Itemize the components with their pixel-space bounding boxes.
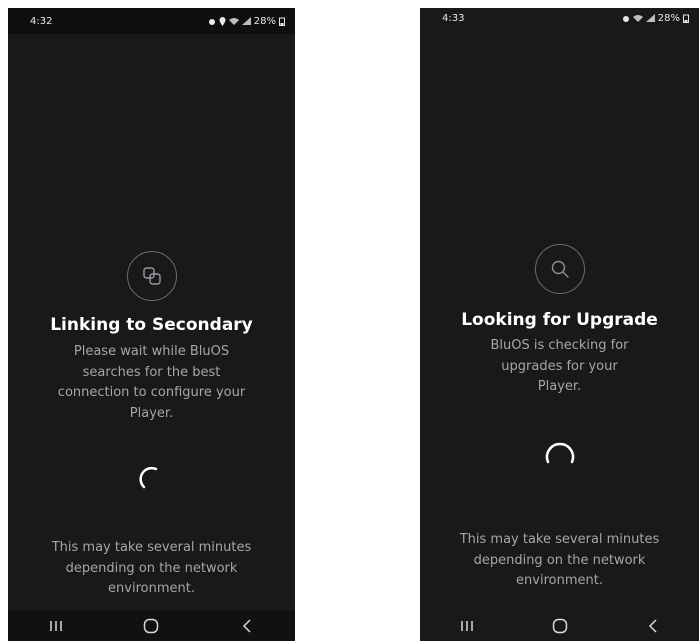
loading-spinner — [545, 442, 574, 464]
home-icon[interactable] — [131, 611, 171, 641]
wifi-icon — [632, 15, 643, 22]
battery-percent: 28% — [657, 12, 680, 24]
nav-bar — [420, 611, 699, 641]
location-icon — [219, 16, 226, 26]
alarm-icon — [622, 15, 629, 22]
page-title: Linking to Secondary — [50, 315, 253, 335]
search-icon — [534, 244, 585, 294]
footer-note: This may take several minutes depending … — [51, 540, 252, 596]
signal-icon — [241, 17, 251, 25]
description-text: Please wait while BluOS searches for the… — [57, 344, 246, 421]
status-time: 4:33 — [442, 12, 465, 24]
status-bar: 4:32 28% — [8, 8, 295, 34]
link-squares-icon — [126, 251, 177, 301]
description-text: BluOS is checking for upgrades for your … — [490, 338, 629, 394]
loading-spinner — [138, 466, 157, 489]
status-time: 4:32 — [30, 15, 53, 27]
battery-icon — [683, 14, 689, 23]
footer-note: This may take several minutes depending … — [459, 532, 660, 588]
alarm-icon — [208, 18, 215, 25]
home-icon[interactable] — [540, 611, 580, 641]
signal-icon — [645, 14, 655, 22]
nav-bar — [8, 611, 295, 641]
back-icon[interactable] — [633, 611, 673, 641]
wifi-icon — [228, 18, 239, 25]
screen-linking: 4:32 28% Linking to Secondary Please wai… — [8, 8, 295, 641]
recent-apps-icon[interactable] — [36, 611, 76, 641]
status-bar: 4:33 28% — [420, 8, 699, 28]
recent-apps-icon[interactable] — [447, 611, 487, 641]
battery-percent: 28% — [253, 15, 276, 27]
page-title: Looking for Upgrade — [461, 310, 658, 330]
battery-icon — [279, 17, 285, 26]
screen-upgrade: 4:33 28% Looking for Upgrade BluOS is ch… — [420, 8, 699, 641]
back-icon[interactable] — [227, 611, 267, 641]
